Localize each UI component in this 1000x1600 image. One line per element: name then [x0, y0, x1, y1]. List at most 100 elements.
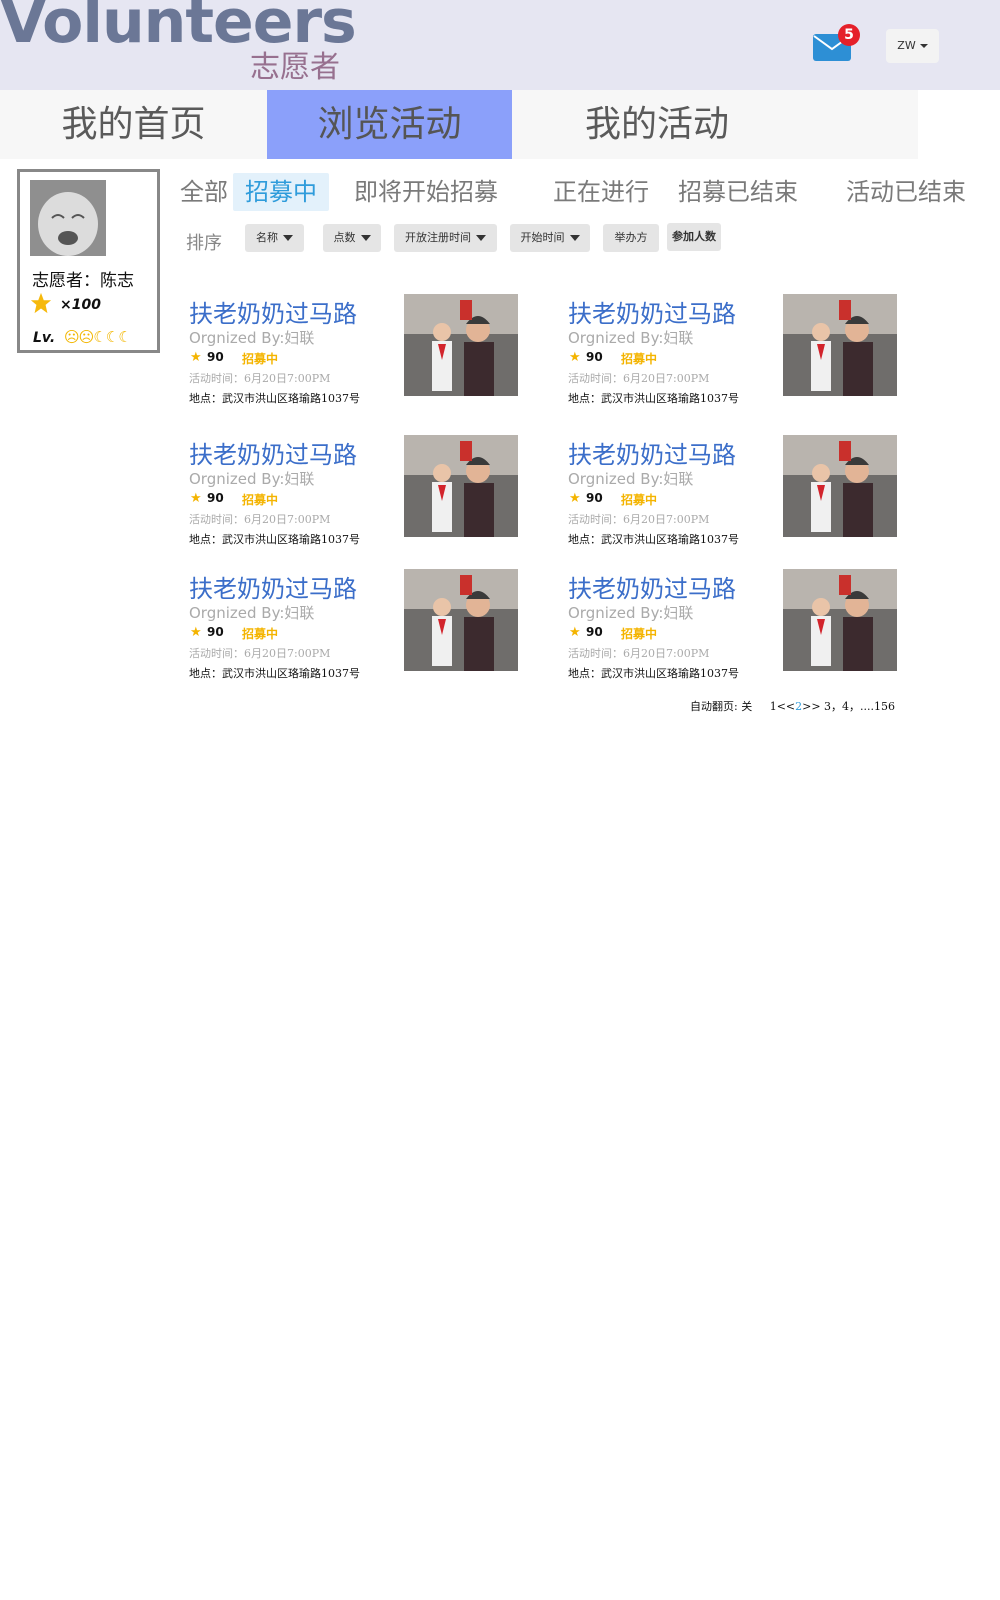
activity-photo[interactable] — [404, 435, 518, 537]
auto-page-toggle[interactable]: 自动翻页: 关 — [690, 700, 752, 713]
sort-by-registration-time-button[interactable]: 开放注册时间 — [394, 224, 497, 252]
activity-points: 90 — [207, 625, 224, 639]
sun-face-icon: ☹ — [64, 328, 80, 346]
caret-down-icon — [919, 44, 928, 48]
activity-status: 招募中 — [621, 493, 658, 507]
logo-title: Volunteers — [0, 0, 357, 57]
activity-organizer: Orgnized By:妇联 — [189, 329, 315, 347]
sort-option-label: 举办方 — [614, 231, 648, 244]
activity-location: 地点：武汉市洪山区珞瑜路1037号 — [568, 392, 739, 405]
activity-location: 地点：武汉市洪山区珞瑜路1037号 — [189, 667, 360, 680]
activity-title[interactable]: 扶老奶奶过马路 — [568, 569, 736, 604]
sort-by-organizer-button[interactable]: 举办方 — [603, 224, 659, 252]
tab-my-activities[interactable]: 我的活动 — [512, 90, 802, 159]
activity-card[interactable]: 扶老奶奶过马路 Orgnized By:妇联 ★ 90 招募中 活动时间：6月2… — [568, 435, 913, 546]
chevron-down-icon — [360, 235, 371, 241]
prev-page-button[interactable]: << — [777, 700, 795, 713]
activity-card[interactable]: 扶老奶奶过马路 Orgnized By:妇联 ★ 90 招募中 活动时间：6月2… — [568, 294, 913, 405]
activity-time: 活动时间：6月20日7:00PM — [568, 372, 710, 385]
chevron-down-icon — [476, 235, 486, 241]
activity-photo[interactable] — [783, 569, 897, 671]
sort-by-points-button[interactable]: 点数 — [323, 224, 381, 252]
star-icon: ★ — [190, 350, 202, 365]
avatar[interactable] — [30, 180, 106, 256]
activity-photo[interactable] — [404, 294, 518, 396]
star-icon — [30, 292, 52, 314]
activity-points: 90 — [586, 491, 603, 505]
star-icon: ★ — [569, 491, 581, 506]
chevron-down-icon — [283, 235, 293, 241]
star-icon: ★ — [569, 625, 581, 640]
activity-card[interactable]: 扶老奶奶过马路 Orgnized By:妇联 ★ 90 招募中 活动时间：6月2… — [189, 435, 534, 546]
activity-location: 地点：武汉市洪山区珞瑜路1037号 — [568, 667, 739, 680]
activity-status: 招募中 — [242, 493, 279, 507]
activity-title[interactable]: 扶老奶奶过马路 — [568, 294, 736, 329]
activity-title[interactable]: 扶老奶奶过马路 — [189, 435, 357, 470]
header: Volunteers 志愿者 5 ZW — [0, 0, 1000, 90]
profile-card: 志愿者：陈志 ×100 Lv. ☹☹☾☾☾ — [17, 169, 160, 353]
activity-time: 活动时间：6月20日7:00PM — [568, 647, 710, 660]
sort-option-label: 开放注册时间 — [405, 231, 471, 244]
moon-icon: ☾ — [118, 328, 131, 346]
tab-browse-activities[interactable]: 浏览活动 — [267, 90, 512, 159]
activity-organizer: Orgnized By:妇联 — [189, 470, 315, 488]
activity-time: 活动时间：6月20日7:00PM — [189, 513, 331, 526]
sort-by-start-time-button[interactable]: 开始时间 — [510, 224, 590, 252]
activity-photo[interactable] — [783, 435, 897, 537]
level-label: Lv. — [33, 330, 56, 346]
filter-recruiting[interactable]: 招募中 — [233, 173, 329, 211]
sun-face-icon: ☹ — [78, 328, 95, 346]
sort-by-name-button[interactable]: 名称 — [245, 224, 304, 252]
activity-time: 活动时间：6月20日7:00PM — [568, 513, 710, 526]
activity-time: 活动时间：6月20日7:00PM — [189, 372, 331, 385]
language-dropdown[interactable]: ZW — [886, 29, 939, 63]
filter-recruit-ended[interactable]: 招募已结束 — [678, 177, 798, 207]
volunteer-name: 志愿者：陈志 — [32, 271, 134, 291]
activity-photo[interactable] — [783, 294, 897, 396]
activity-location: 地点：武汉市洪山区珞瑜路1037号 — [568, 533, 739, 546]
activity-points: 90 — [207, 491, 224, 505]
activity-status: 招募中 — [242, 352, 279, 366]
activity-organizer: Orgnized By:妇联 — [568, 329, 694, 347]
star-icon: ★ — [190, 491, 202, 506]
activity-card[interactable]: 扶老奶奶过马路 Orgnized By:妇联 ★ 90 招募中 活动时间：6月2… — [568, 569, 913, 680]
activity-title[interactable]: 扶老奶奶过马路 — [568, 435, 736, 470]
activity-points: 90 — [586, 350, 603, 364]
filter-in-progress[interactable]: 正在进行 — [553, 177, 649, 207]
mail-count-badge: 5 — [838, 24, 860, 46]
sort-by-participants-button[interactable]: 参加人数 — [667, 223, 721, 251]
activity-points: 90 — [207, 350, 224, 364]
next-page-button[interactable]: >> — [802, 700, 820, 713]
filter-activity-ended[interactable]: 活动已结束 — [846, 177, 966, 207]
activity-status: 招募中 — [621, 352, 658, 366]
logo-subtitle: 志愿者 — [250, 50, 340, 85]
star-icon: ★ — [190, 625, 202, 640]
pagination: 自动翻页: 关 1<<2>> 3，4，....156 — [690, 698, 895, 714]
star-icon: ★ — [569, 350, 581, 365]
sort-option-label: 名称 — [256, 231, 278, 244]
activity-title[interactable]: 扶老奶奶过马路 — [189, 569, 357, 604]
sort-option-label: 参加人数 — [672, 230, 716, 243]
activity-photo[interactable] — [404, 569, 518, 671]
activity-organizer: Orgnized By:妇联 — [568, 470, 694, 488]
sort-option-label: 点数 — [333, 231, 356, 244]
activity-organizer: Orgnized By:妇联 — [568, 604, 694, 622]
activity-title[interactable]: 扶老奶奶过马路 — [189, 294, 357, 329]
page-rest[interactable]: 3，4，....156 — [821, 700, 895, 713]
sort-option-label: 开始时间 — [520, 231, 565, 244]
activity-card[interactable]: 扶老奶奶过马路 Orgnized By:妇联 ★ 90 招募中 活动时间：6月2… — [189, 294, 534, 405]
page-first[interactable]: 1 — [770, 700, 777, 713]
activity-location: 地点：武汉市洪山区珞瑜路1037号 — [189, 533, 360, 546]
tab-my-home[interactable]: 我的首页 — [0, 90, 267, 159]
baby-face-image — [30, 180, 106, 256]
moon-icon: ☾ — [93, 328, 106, 346]
filter-upcoming-recruit[interactable]: 即将开始招募 — [354, 177, 498, 207]
points-count: ×100 — [60, 297, 101, 313]
activity-points: 90 — [586, 625, 603, 639]
main-nav: 我的首页 浏览活动 我的活动 — [0, 90, 918, 159]
activity-status: 招募中 — [621, 627, 658, 641]
activity-status: 招募中 — [242, 627, 279, 641]
filter-all[interactable]: 全部 — [180, 177, 228, 207]
activity-organizer: Orgnized By:妇联 — [189, 604, 315, 622]
activity-card[interactable]: 扶老奶奶过马路 Orgnized By:妇联 ★ 90 招募中 活动时间：6月2… — [189, 569, 534, 680]
